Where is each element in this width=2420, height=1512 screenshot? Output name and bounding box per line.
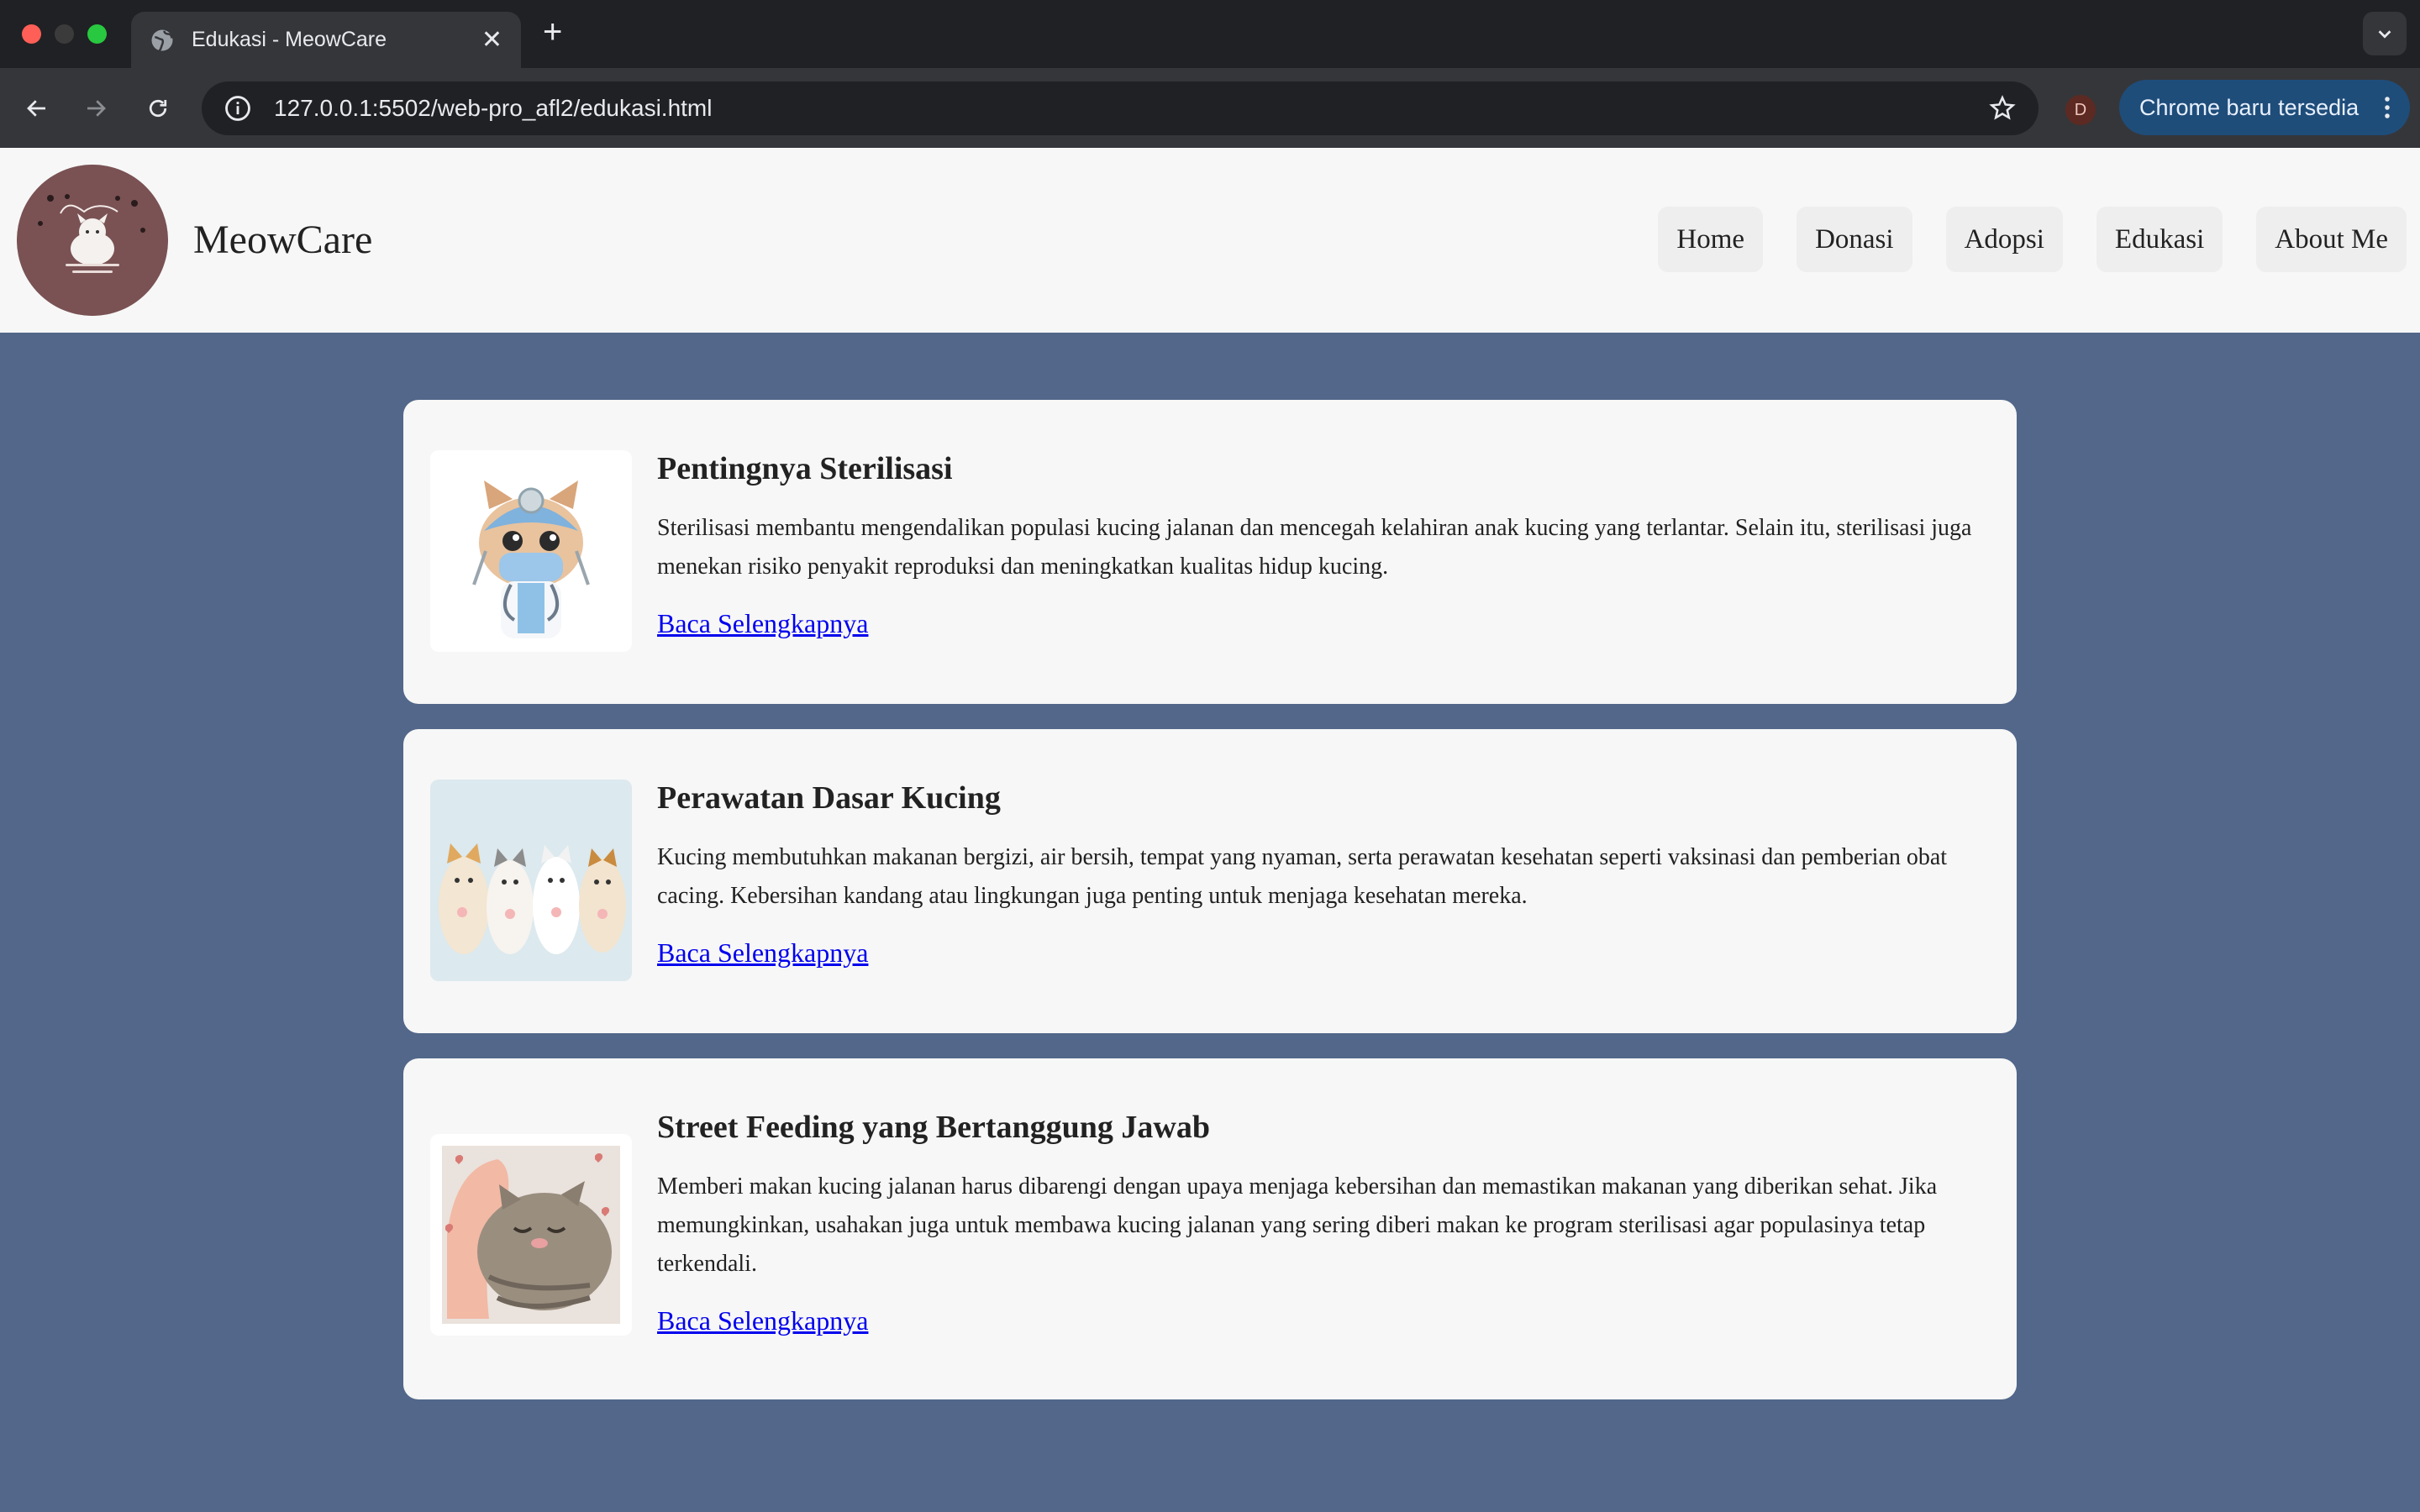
profile-avatar[interactable]: D [2065,95,2096,125]
address-bar[interactable]: 127.0.0.1:5502/web-pro_afl2/edukasi.html [202,81,2039,135]
star-icon[interactable] [1988,94,2017,123]
article-title: Pentingnya Sterilisasi [657,451,953,486]
reload-button[interactable] [138,88,178,129]
chrome-update-button[interactable]: Chrome baru tersedia [2119,80,2410,135]
chevron-down-icon [2378,30,2391,39]
browser-tab-bar: Edukasi - MeowCare ✕ + [0,0,2420,68]
nav-about-me[interactable]: About Me [2256,207,2407,272]
article-title: Street Feeding yang Bertanggung Jawab [657,1110,1210,1145]
update-label: Chrome baru tersedia [2139,94,2360,120]
maximize-window-button[interactable] [87,24,107,44]
browser-toolbar: 127.0.0.1:5502/web-pro_afl2/edukasi.html… [0,68,2420,148]
article-card: Perawatan Dasar Kucing Kucing membutuhka… [403,729,2017,1033]
forward-button[interactable] [76,88,116,129]
read-more-link[interactable]: Baca Selengkapnya [657,937,868,969]
article-body: Sterilisasi membantu mengendalikan popul… [657,514,1972,580]
article-title: Perawatan Dasar Kucing [657,780,1001,816]
article-card: Pentingnya Sterilisasi Sterilisasi memba… [403,400,2017,704]
read-more-link[interactable]: Baca Selengkapnya [657,608,868,639]
main-nav: Home Donasi Adopsi Edukasi About Me [1658,207,2407,272]
nav-edukasi[interactable]: Edukasi [2096,207,2223,272]
back-button[interactable] [17,88,57,129]
article-body: Kucing membutuhkan makanan bergizi, air … [657,843,1948,909]
article-text: Perawatan Dasar Kucing Kucing membutuhka… [657,780,1986,1033]
article-image-kittens [430,780,632,981]
reload-icon [149,99,167,118]
site-info-icon[interactable] [224,94,252,123]
education-articles: Pentingnya Sterilisasi Sterilisasi memba… [403,400,2017,1425]
kebab-menu-icon [2385,97,2390,118]
article-text: Pentingnya Sterilisasi Sterilisasi memba… [657,450,1986,704]
site-logo[interactable] [17,165,168,316]
nav-adopsi[interactable]: Adopsi [1945,207,2063,272]
browser-tab-active[interactable]: Edukasi - MeowCare ✕ [131,12,521,68]
close-window-button[interactable] [22,24,41,44]
read-more-link[interactable]: Baca Selengkapnya [657,1305,868,1336]
tab-title: Edukasi - MeowCare [192,28,387,51]
back-arrow-icon [27,100,45,117]
globe-icon [151,29,173,52]
brand-name: MeowCare [193,218,373,262]
tab-search-button[interactable] [2363,12,2407,55]
article-body: Memberi makan kucing jalanan harus dibar… [657,1173,1938,1277]
url-text: 127.0.0.1:5502/web-pro_afl2/edukasi.html [274,95,713,121]
cat-logo-image [17,165,168,316]
nav-home[interactable]: Home [1658,207,1764,272]
nav-donasi[interactable]: Donasi [1797,207,1912,272]
article-text: Street Feeding yang Bertanggung Jawab Me… [657,1109,1986,1399]
plus-icon[interactable]: + [543,13,562,51]
site-header: MeowCare Home Donasi Adopsi Edukasi Abou… [0,148,2420,333]
article-image-doctor-cat [430,450,632,652]
article-image-hand-cat [430,1134,632,1336]
close-icon[interactable]: ✕ [481,25,502,55]
window-controls [22,24,107,44]
forward-arrow-icon [87,100,106,117]
article-card: Street Feeding yang Bertanggung Jawab Me… [403,1058,2017,1399]
minimize-window-button[interactable] [55,24,74,44]
